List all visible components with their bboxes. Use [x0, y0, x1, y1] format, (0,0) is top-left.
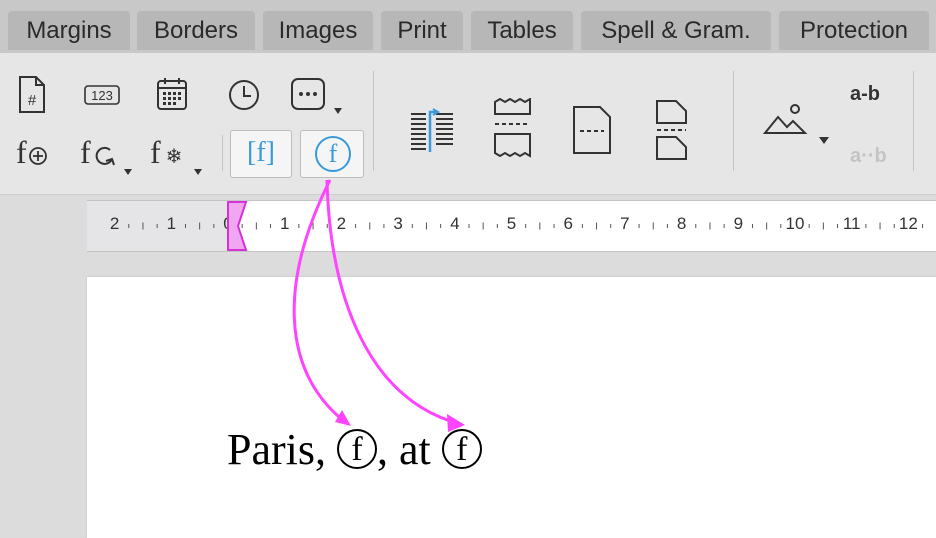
annotation-arrow: [325, 179, 461, 426]
arrowhead-icon: [447, 414, 465, 432]
annotation-arrow: [292, 179, 346, 424]
arrowhead-icon: [335, 410, 351, 426]
annotation-arrows: [292, 179, 465, 432]
